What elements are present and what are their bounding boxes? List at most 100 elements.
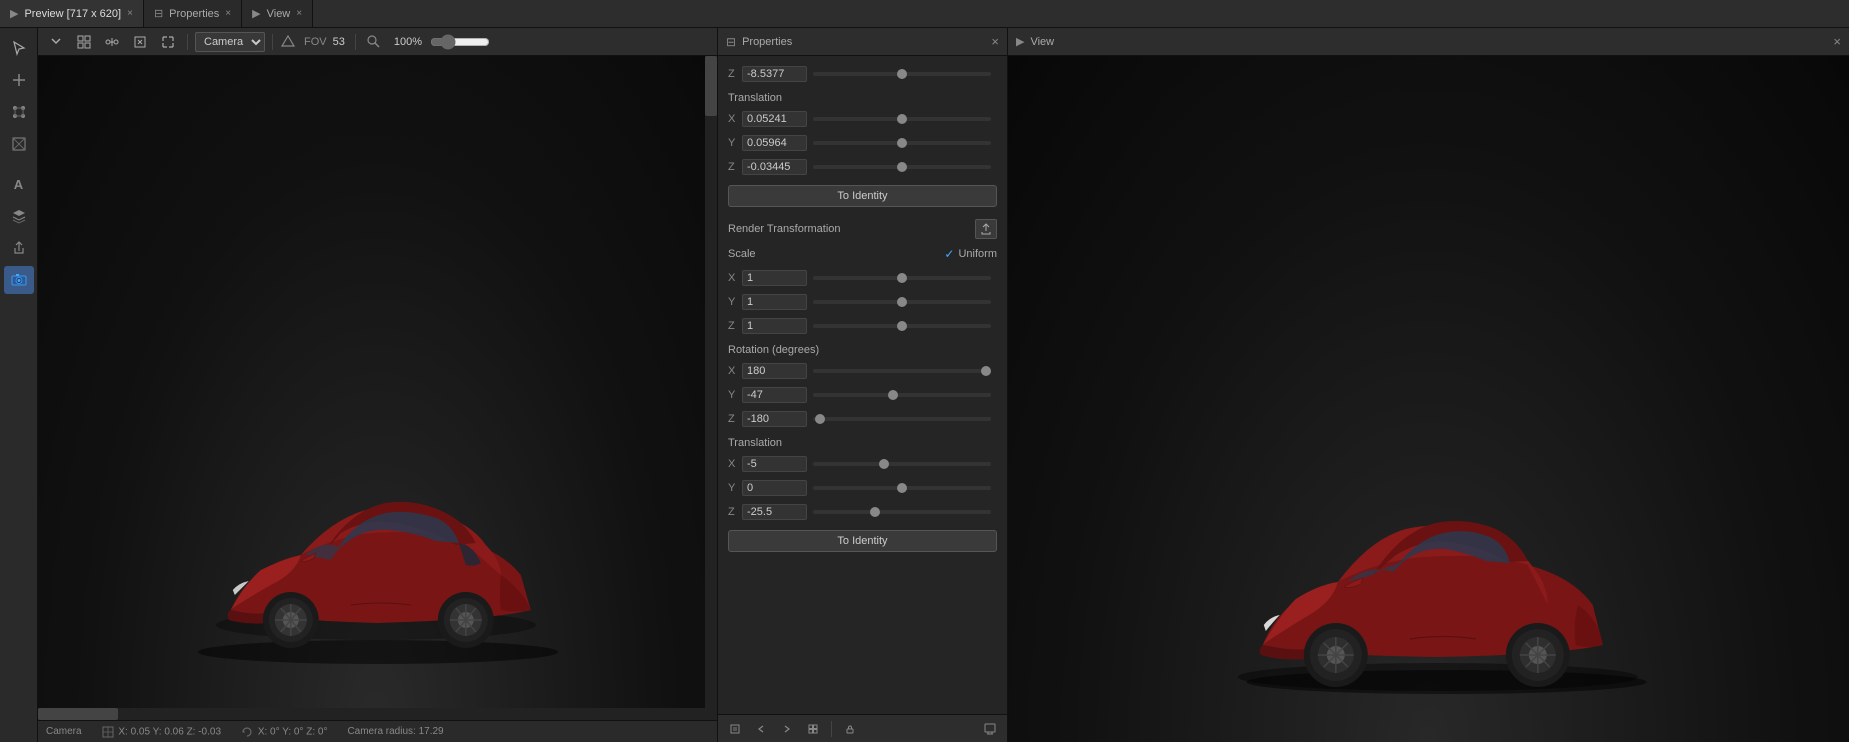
prop-thumb-sx[interactable] — [897, 273, 907, 283]
status-radius: Camera radius: 17.29 — [347, 726, 443, 737]
prop-thumb-rx[interactable] — [981, 366, 991, 376]
prop-input-ty-top[interactable] — [742, 135, 807, 151]
prop-thumb-z-top[interactable] — [897, 69, 907, 79]
view-canvas[interactable] — [1008, 56, 1849, 742]
prop-bottom-settings-btn[interactable] — [979, 719, 1001, 739]
prop-thumb-rz[interactable] — [815, 414, 825, 424]
prop-input-sy[interactable] — [742, 294, 807, 310]
prop-slider-z-top[interactable] — [813, 72, 991, 76]
tab-preview-label: Preview [717 x 620] — [24, 8, 121, 20]
zoom-slider[interactable] — [430, 34, 490, 50]
preview-scrollbar-v[interactable] — [705, 56, 717, 720]
prop-row-ty-top: Y — [718, 131, 1007, 155]
prop-slider-rx[interactable] — [813, 369, 991, 373]
prop-input-tx[interactable] — [742, 456, 807, 472]
tab-view-close[interactable]: × — [296, 8, 302, 19]
tab-preview-close[interactable]: × — [127, 8, 133, 19]
prop-bottom-forward-btn[interactable] — [776, 719, 798, 739]
prop-slider-ty[interactable] — [813, 486, 991, 490]
prop-input-sx[interactable] — [742, 270, 807, 286]
prop-bottom-lock-btn[interactable] — [839, 719, 861, 739]
prop-thumb-ty-top[interactable] — [897, 138, 907, 148]
to-identity-top-btn[interactable]: To Identity — [728, 185, 997, 207]
render-transform-header: Render Transformation — [718, 213, 1007, 242]
prop-row-sy: Y — [718, 290, 1007, 314]
prop-bottom-grid-btn[interactable] — [802, 719, 824, 739]
prop-bottom-sep — [831, 721, 832, 737]
upload-transform-btn[interactable] — [975, 219, 997, 239]
preview-scrollbar-h[interactable] — [38, 708, 705, 720]
prop-thumb-tx-top[interactable] — [897, 114, 907, 124]
prop-row-tx-top: X — [718, 107, 1007, 131]
prop-bottom-back-btn[interactable] — [750, 719, 772, 739]
prop-slider-tx[interactable] — [813, 462, 991, 466]
prop-thumb-sy[interactable] — [897, 297, 907, 307]
tab-properties-label: Properties — [169, 8, 219, 20]
tab-properties-close[interactable]: × — [225, 8, 231, 19]
prop-slider-ry[interactable] — [813, 393, 991, 397]
uniform-checkmark: ✓ — [944, 247, 954, 261]
uniform-check[interactable]: ✓ Uniform — [944, 247, 997, 261]
view-car-svg — [1217, 477, 1657, 697]
prop-input-tx-top[interactable] — [742, 111, 807, 127]
prop-thumb-tx[interactable] — [879, 459, 889, 469]
prop-input-sz[interactable] — [742, 318, 807, 334]
prop-input-tz[interactable] — [742, 504, 807, 520]
prop-input-ty[interactable] — [742, 480, 807, 496]
prop-input-rx[interactable] — [742, 363, 807, 379]
prop-thumb-sz[interactable] — [897, 321, 907, 331]
tab-properties[interactable]: ⊟ Properties × — [144, 0, 242, 27]
prop-row-sz: Z — [718, 314, 1007, 338]
preview-canvas[interactable] — [38, 56, 717, 720]
sidebar-text-tool[interactable]: A — [4, 170, 34, 198]
prop-slider-ty-top[interactable] — [813, 141, 991, 145]
toolbar-arrow-btn[interactable] — [44, 31, 68, 53]
toolbar-transform-btn[interactable] — [128, 31, 152, 53]
toolbar-nodes-btn[interactable] — [100, 31, 124, 53]
properties-bottom-toolbar — [718, 714, 1007, 742]
prop-slider-sz[interactable] — [813, 324, 991, 328]
sidebar-select-tool[interactable] — [4, 34, 34, 62]
properties-content[interactable]: Z Translation X Y — [718, 56, 1007, 714]
prop-slider-tx-top[interactable] — [813, 117, 991, 121]
prop-thumb-tz-top[interactable] — [897, 162, 907, 172]
fov-label: FOV — [304, 36, 327, 48]
prop-slider-rz[interactable] — [813, 417, 991, 421]
sidebar-nodes-tool[interactable] — [4, 98, 34, 126]
sidebar-layers-tool[interactable] — [4, 202, 34, 230]
prop-bottom-prev-btn[interactable] — [724, 719, 746, 739]
camera-select[interactable]: Camera — [195, 32, 265, 52]
prop-thumb-ry[interactable] — [888, 390, 898, 400]
toolbar-grid-btn[interactable] — [72, 31, 96, 53]
prop-thumb-ty[interactable] — [897, 483, 907, 493]
prop-slider-sx[interactable] — [813, 276, 991, 280]
tab-view[interactable]: ▶ View × — [242, 0, 313, 27]
preview-scroll-thumb-v[interactable] — [705, 56, 717, 116]
prop-slider-tz[interactable] — [813, 510, 991, 514]
sidebar-transform-tool[interactable] — [4, 130, 34, 158]
view-close[interactable]: × — [1833, 34, 1841, 49]
preview-toolbar: Camera FOV 53 100% — [38, 28, 717, 56]
prop-thumb-tz[interactable] — [870, 507, 880, 517]
sidebar-share-tool[interactable] — [4, 234, 34, 262]
prop-axis-tx-top: X — [728, 113, 742, 125]
prop-input-rz[interactable] — [742, 411, 807, 427]
prop-input-tz-top[interactable] — [742, 159, 807, 175]
prop-input-ry[interactable] — [742, 387, 807, 403]
prop-section-translation-top: Translation — [718, 86, 1007, 107]
preview-scroll-thumb-h[interactable] — [38, 708, 118, 720]
sidebar-camera-tool[interactable] — [4, 266, 34, 294]
toolbar-expand-btn[interactable] — [156, 31, 180, 53]
preview-car-scene — [38, 56, 717, 720]
zoom-percent: 100% — [394, 36, 422, 48]
prop-slider-sy[interactable] — [813, 300, 991, 304]
to-identity-btn[interactable]: To Identity — [728, 530, 997, 552]
sidebar-pointer-tool[interactable] — [4, 66, 34, 94]
properties-close[interactable]: × — [991, 34, 999, 49]
prop-axis-rx: X — [728, 365, 742, 377]
prop-axis-tz-top: Z — [728, 161, 742, 173]
properties-icon: ⊟ — [726, 35, 736, 49]
prop-slider-tz-top[interactable] — [813, 165, 991, 169]
tab-preview[interactable]: ▶ Preview [717 x 620] × — [0, 0, 144, 27]
prop-input-z-top[interactable] — [742, 66, 807, 82]
